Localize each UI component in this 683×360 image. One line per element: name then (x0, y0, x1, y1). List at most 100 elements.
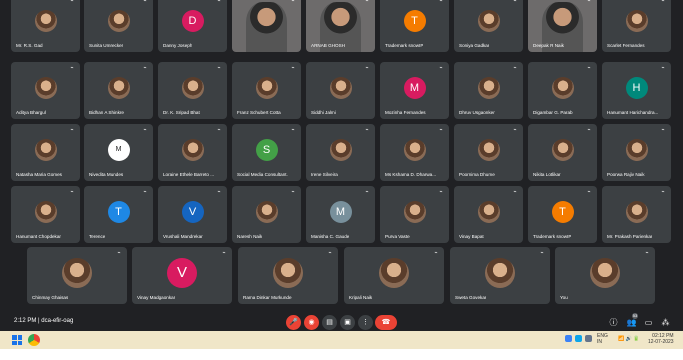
camera-toggle-button[interactable]: ◉ (304, 315, 319, 330)
participant-name: Hanumant Chopdekar (16, 234, 61, 239)
participant-tile[interactable]: ⌁ Deepak R Naik (528, 0, 597, 52)
participant-tile[interactable]: ⌁ Digambar G. Parab (528, 62, 597, 119)
activities-button[interactable]: ⁂ (660, 317, 671, 328)
participant-tile[interactable]: ⌁ Dr. K. Sripad Bhat (158, 62, 227, 119)
participant-name: Manisha C. Gaude (311, 234, 350, 239)
mic-muted-icon: ⌁ (291, 127, 295, 133)
participant-tile[interactable]: ⌁ Vinay Bapat (454, 186, 523, 243)
mic-muted-icon: ⌁ (291, 0, 295, 4)
participant-tile[interactable]: ⌁ Irene Silveira (306, 124, 375, 181)
mic-muted-icon: ⌁ (661, 0, 665, 4)
wifi-sound-battery-icons[interactable]: 📶 🔊 🔋 (618, 336, 639, 342)
participant-tile[interactable]: ⌁ Naresh Naik (232, 186, 301, 243)
participant-tile[interactable]: ⌁ Poorwa Rajiv Naik (602, 124, 671, 181)
mic-muted-icon: ⌁ (661, 127, 665, 133)
participant-tile[interactable]: ⌁ Aditya Bhargul (11, 62, 80, 119)
participant-tile[interactable]: V ⌁ Vinay Madgaonkar (132, 247, 232, 304)
participant-tile[interactable]: M ⌁ Nivedita Mundes (84, 124, 153, 181)
participant-tile[interactable]: ⌁ Poornima Dhume (454, 124, 523, 181)
participant-tile[interactable]: ⌁ Dhruv Usgaonker (454, 62, 523, 119)
participant-tile[interactable]: T ⌁ Trademark snowIP (380, 0, 449, 52)
avatar (379, 257, 409, 288)
participant-tile[interactable]: ⌁ Ms Kshama D. Dharwa... (380, 124, 449, 181)
participant-tile[interactable]: ⌁ Kripali Naik (344, 247, 444, 304)
avatar (107, 76, 130, 99)
mic-muted-icon: ⌁ (587, 189, 591, 195)
participant-tile[interactable]: ⌁ Sunita Umrecker (84, 0, 153, 52)
mic-muted-icon: ⌁ (365, 127, 369, 133)
chrome-icon[interactable] (28, 334, 40, 346)
language-indicator[interactable]: ENG IN (597, 333, 608, 345)
participant-tile[interactable]: V ⌁ Vrushali Mandrekar (158, 186, 227, 243)
participant-tile[interactable]: ⌁ Franz Schubert Cotta (232, 62, 301, 119)
participant-name: Scarlet Fernandes (607, 43, 645, 48)
participant-name: Poornima Dhume (459, 172, 495, 177)
participant-tile[interactable]: ⌁ Rama Dinkar Murkunde (238, 247, 338, 304)
participant-tile[interactable]: ⌁ Soniya Gadkar (454, 0, 523, 52)
participant-tile[interactable]: ⌁ Sweta Govekar (450, 247, 550, 304)
more-options-button[interactable]: ⋮ (358, 315, 373, 330)
participant-name: Siddhi Jalmi (311, 110, 336, 115)
participant-tile[interactable]: ⌁ Scarlet Fernandes (602, 0, 671, 52)
tray-app-icon[interactable] (565, 335, 572, 342)
participant-name: Sweta Govekar (455, 295, 487, 300)
participant-tile[interactable]: ⌁ Nikita Lotlikar (528, 124, 597, 181)
participant-tile[interactable]: ⌁ Chinmay Ghaisas (27, 247, 127, 304)
meeting-screen: ⌁ Mr. R.S. Gad ⌁ Sunita Umrecker D ⌁ Danny Jos… (0, 0, 683, 337)
participant-tile[interactable]: M ⌁ Manisha C. Gaude (306, 186, 375, 243)
info-button[interactable]: ⓘ (608, 317, 619, 328)
mic-toggle-button[interactable]: 🎤 (286, 315, 301, 330)
participant-tile[interactable]: ⌁ Siddhi Jalmi (306, 62, 375, 119)
participant-name: Soniya Gadkar (459, 43, 490, 48)
avatar (34, 200, 57, 223)
participant-tile[interactable]: S ⌁ Social Media Consultant. (232, 124, 301, 181)
participant-tile[interactable]: T ⌁ Trademark snowIP (528, 186, 597, 243)
participant-name: Vinay Bapat (459, 234, 484, 239)
mic-muted-icon: ⌁ (439, 65, 443, 71)
captions-button[interactable]: ▤ (322, 315, 337, 330)
participant-tile[interactable]: H ⌁ Hanumant Harichandra... (602, 62, 671, 119)
participant-tile[interactable]: ⌁ Mr. Prakash Parienkar (602, 186, 671, 243)
more-icon: ⋮ (362, 319, 369, 326)
meeting-info: 2:12 PM | dca-efir-oag (14, 318, 73, 324)
windows-start-icon[interactable] (12, 335, 22, 345)
participant-tile[interactable]: ⌁ Natasha Maria Gomes (11, 124, 80, 181)
participant-name: Natasha Maria Gomes (16, 172, 62, 177)
participant-name: Nivedita Mundes (89, 172, 124, 177)
participant-tile[interactable]: ⌁ Mr. R.S. Gad (11, 0, 80, 52)
mic-muted-icon: ⌁ (587, 0, 591, 4)
tray-network-icon[interactable] (585, 335, 592, 342)
participant-tile[interactable]: D ⌁ Danny Joseph (158, 0, 227, 52)
camera-off-icon: ◉ (308, 319, 315, 326)
participant-name: Chinmay Ghaisas (32, 295, 69, 300)
participant-tile[interactable]: ⌁ Purva Vaste (380, 186, 449, 243)
participant-name: Purva Vaste (385, 234, 410, 239)
participant-tile[interactable]: M ⌁ Mozinha Fernandes (380, 62, 449, 119)
participant-name: Danny Joseph (163, 43, 193, 48)
participant-name: Dhruv Usgaonker (459, 110, 495, 115)
participant-tile[interactable]: ⌁ ARNAB GHOSH (306, 0, 375, 52)
participant-tile[interactable]: ⌁ Hanumant Chopdekar (11, 186, 80, 243)
participant-tile[interactable]: ⌁ Bidhan A Shinkre (84, 62, 153, 119)
mic-muted-icon: ⌁ (143, 0, 147, 4)
chat-button[interactable]: ▭ (643, 317, 654, 328)
tray-cloud-icon[interactable] (575, 335, 582, 342)
participant-name: Trademark snowIP (533, 234, 572, 239)
participant-tile[interactable]: T ⌁ Terence (84, 186, 153, 243)
leave-call-button[interactable]: ☎ (375, 315, 397, 330)
mic-muted-icon: ⌁ (328, 250, 332, 256)
participant-tile[interactable]: ⌁ (232, 0, 301, 52)
participant-name: Vrushali Mandrekar (163, 234, 203, 239)
present-button[interactable]: ▣ (340, 315, 355, 330)
participant-tile[interactable]: ⌁ Loraine Ethele Barreto ... (158, 124, 227, 181)
video-feed (245, 1, 288, 52)
mic-muted-icon: ⌁ (661, 65, 665, 71)
participant-name: You (560, 295, 568, 300)
avatar (403, 138, 426, 161)
info-icon: ⓘ (609, 318, 618, 327)
participant-name: Deepak R Naik (533, 43, 564, 48)
participant-tile[interactable]: ⌁ You (555, 247, 655, 304)
participant-name: Trademark snowIP (385, 43, 424, 48)
participant-name: Mr. R.S. Gad (16, 43, 43, 48)
system-clock[interactable]: 02:12 PM 12-07-2023 (648, 333, 674, 345)
